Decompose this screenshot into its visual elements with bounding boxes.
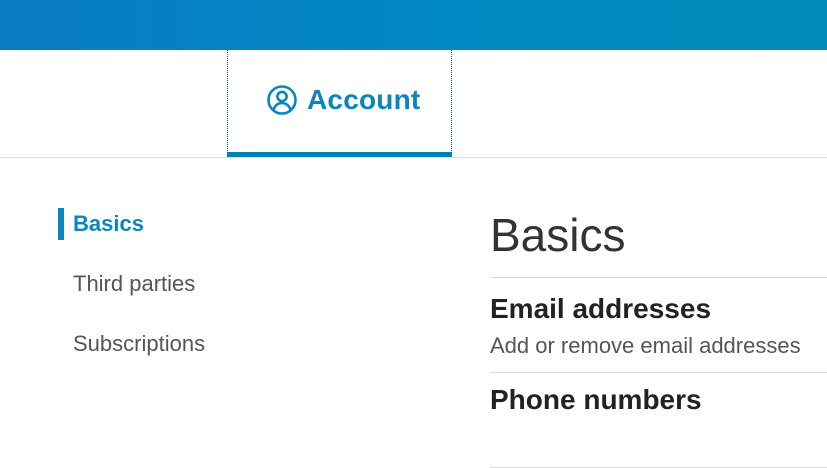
user-circle-icon bbox=[266, 84, 298, 116]
tab-account-label: Account bbox=[307, 84, 421, 115]
tab-strip: Account bbox=[0, 50, 827, 158]
section-phone-numbers[interactable]: Phone numbers bbox=[490, 373, 827, 468]
page-title: Basics bbox=[490, 200, 827, 278]
section-description: Add or remove email addresses bbox=[490, 333, 801, 358]
sidebar-nav: Basics Third parties Subscriptions bbox=[58, 205, 318, 385]
tab-account-content: Account bbox=[266, 84, 420, 116]
tab-active-indicator bbox=[227, 152, 452, 157]
top-bar bbox=[0, 0, 827, 50]
section-title: Phone numbers bbox=[490, 384, 702, 415]
main-content: Basics Email addresses Add or remove ema… bbox=[490, 200, 827, 468]
sidebar-item-subscriptions[interactable]: Subscriptions bbox=[58, 325, 318, 363]
section-email-addresses[interactable]: Email addresses Add or remove email addr… bbox=[490, 278, 827, 373]
tab-account[interactable]: Account bbox=[227, 50, 452, 157]
section-title: Email addresses bbox=[490, 293, 712, 324]
sidebar-item-basics[interactable]: Basics bbox=[58, 205, 318, 243]
sidebar-item-third-parties[interactable]: Third parties bbox=[58, 265, 318, 303]
